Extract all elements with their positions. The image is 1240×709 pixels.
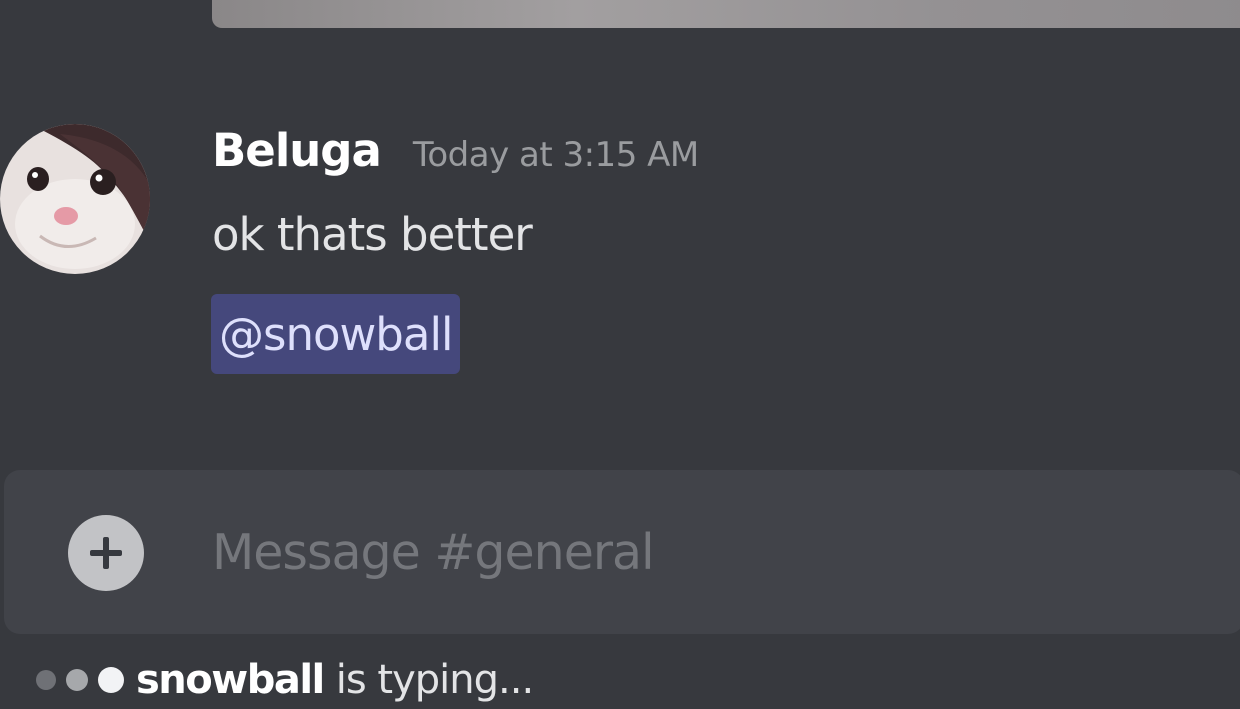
add-attachment-button[interactable] xyxy=(68,515,144,591)
typing-dot-icon xyxy=(98,667,124,693)
typing-indicator: snowball is typing... xyxy=(36,652,534,708)
typing-label: is typing... xyxy=(335,657,534,703)
message-text: ok thats better xyxy=(212,208,533,261)
previous-message-embed xyxy=(212,0,1240,28)
cat-avatar-icon xyxy=(0,124,150,274)
typing-dot-icon xyxy=(36,670,56,690)
avatar[interactable] xyxy=(0,124,150,274)
message-timestamp: Today at 3:15 AM xyxy=(412,135,699,175)
author-name[interactable]: Beluga xyxy=(212,124,382,177)
typing-dot-icon xyxy=(66,669,88,691)
user-mention[interactable]: @snowball xyxy=(211,294,461,374)
message-input[interactable] xyxy=(212,518,1212,586)
message-header: Beluga Today at 3:15 AM xyxy=(212,124,699,194)
plus-icon xyxy=(90,537,122,569)
chat-view: Beluga Today at 3:15 AM ok thats better … xyxy=(0,0,1240,709)
typing-user: snowball xyxy=(136,657,325,703)
